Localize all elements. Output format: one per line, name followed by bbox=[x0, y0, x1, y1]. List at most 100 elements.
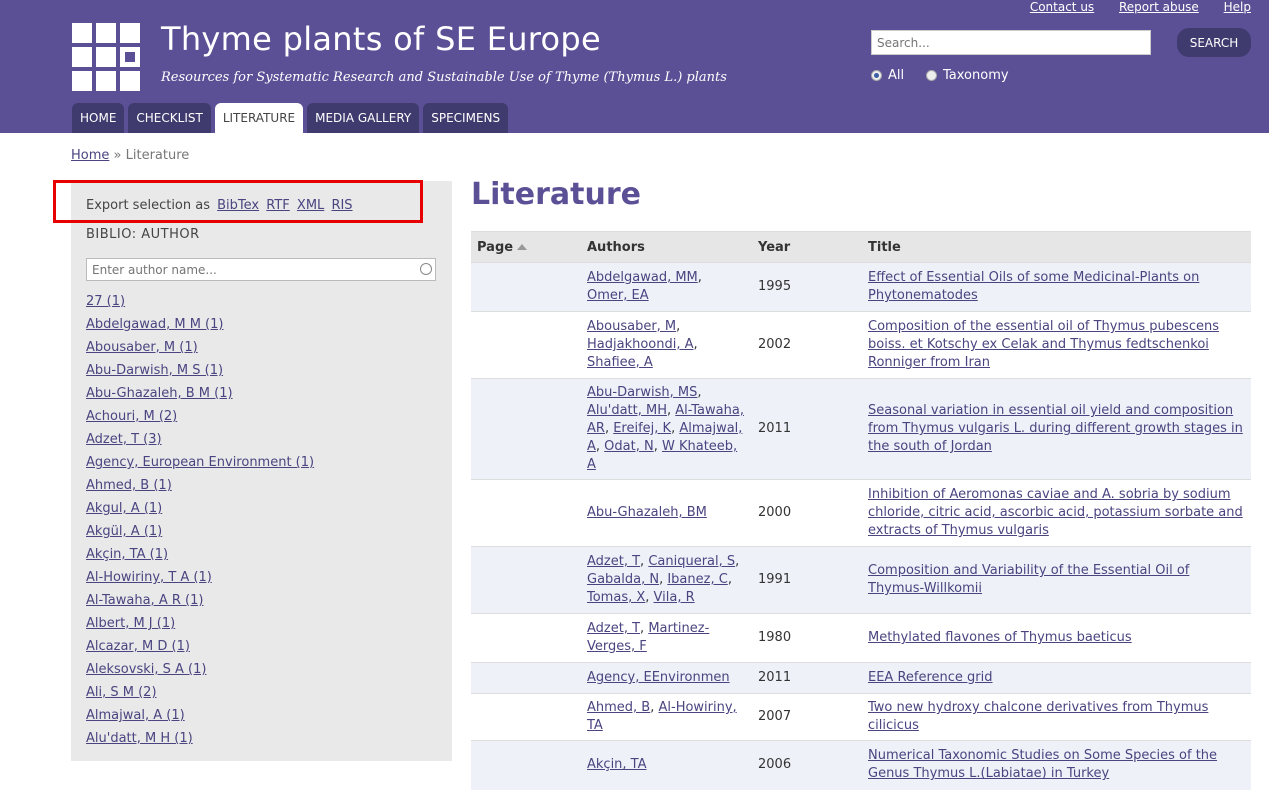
tab-media-gallery[interactable]: MEDIA GALLERY bbox=[307, 103, 420, 133]
tab-specimens[interactable]: SPECIMENS bbox=[423, 103, 509, 133]
site-slogan: Resources for Systematic Research and Su… bbox=[161, 70, 727, 85]
list-item: Aleksovski, S A (1) bbox=[86, 662, 314, 685]
author-facet-link[interactable]: Almajwal, A (1) bbox=[86, 708, 185, 723]
help-link[interactable]: Help bbox=[1224, 0, 1251, 14]
author-facet-link[interactable]: Al-Howiriny, T A (1) bbox=[86, 570, 212, 585]
publication-title-link[interactable]: Two new hydroxy chalcone derivatives fro… bbox=[868, 700, 1208, 733]
author-facet-link[interactable]: Akçin, TA (1) bbox=[86, 547, 168, 562]
list-item: Albert, M J (1) bbox=[86, 616, 314, 639]
author-filter-input[interactable] bbox=[86, 258, 436, 281]
author-facet-link[interactable]: Abu-Darwish, M S (1) bbox=[86, 363, 223, 378]
author-link[interactable]: Akçin, TA bbox=[587, 757, 647, 772]
page-title: Literature bbox=[471, 177, 641, 212]
cell-title: Inhibition of Aeromonas caviae and A. so… bbox=[862, 479, 1251, 547]
tab-checklist[interactable]: CHECKLIST bbox=[128, 103, 211, 133]
list-item: Almajwal, A (1) bbox=[86, 708, 314, 731]
author-link[interactable]: Ereifej, K bbox=[613, 421, 671, 436]
author-link[interactable]: Agency, EEnvironmen bbox=[587, 670, 730, 685]
table-row: Ahmed, B, Al-Howiriny, TA 2007 Two new hyd… bbox=[471, 693, 1251, 741]
list-item: Achouri, M (2) bbox=[86, 409, 314, 432]
tab-literature[interactable]: LITERATURE bbox=[214, 103, 304, 133]
author-link[interactable]: Adzet, T bbox=[587, 621, 640, 636]
author-facet-link[interactable]: Abu-Ghazaleh, B M (1) bbox=[86, 386, 233, 401]
column-header-authors[interactable]: Authors bbox=[581, 231, 752, 263]
author-link[interactable]: Abousaber, M bbox=[587, 319, 676, 334]
list-item: Abu-Darwish, M S (1) bbox=[86, 363, 314, 386]
cell-year: 2002 bbox=[752, 311, 862, 379]
author-facet-link[interactable]: Ali, S M (2) bbox=[86, 685, 157, 700]
publication-title-link[interactable]: Composition of the essential oil of Thym… bbox=[868, 319, 1219, 370]
author-link[interactable]: Caniqueral, S bbox=[648, 554, 735, 569]
contact-us-link[interactable]: Contact us bbox=[1030, 0, 1094, 14]
site-logo-icon[interactable] bbox=[72, 23, 140, 91]
author-link[interactable]: Abdelgawad, MM bbox=[587, 270, 698, 285]
author-facet-link[interactable]: Akgul, A (1) bbox=[86, 501, 162, 516]
author-link[interactable]: Abu-Ghazaleh, BM bbox=[587, 505, 707, 520]
search-scope-taxonomy-radio[interactable]: Taxonomy bbox=[926, 68, 1009, 83]
publication-title-link[interactable]: Methylated flavones of Thymus baeticus bbox=[868, 630, 1132, 645]
list-item: Adzet, T (3) bbox=[86, 432, 314, 455]
tab-home[interactable]: HOME bbox=[72, 103, 125, 133]
author-link[interactable]: Vila, R bbox=[654, 590, 695, 605]
breadcrumb-separator: » bbox=[113, 148, 122, 163]
publication-title-link[interactable]: Seasonal variation in essential oil yiel… bbox=[868, 403, 1243, 454]
publication-title-link[interactable]: Effect of Essential Oils of some Medicin… bbox=[868, 270, 1199, 303]
search-input[interactable] bbox=[871, 30, 1151, 55]
author-link[interactable]: Tomas, X bbox=[587, 590, 645, 605]
author-link[interactable]: Adzet, T bbox=[587, 554, 640, 569]
column-header-page[interactable]: Page bbox=[471, 231, 581, 263]
author-link[interactable]: Alu'datt, MH bbox=[587, 403, 667, 418]
author-facet-link[interactable]: Aleksovski, S A (1) bbox=[86, 662, 206, 677]
author-facet-link[interactable]: Albert, M J (1) bbox=[86, 616, 175, 631]
author-facet-link[interactable]: Ahmed, B (1) bbox=[86, 478, 172, 493]
author-facet-link[interactable]: Agency, European Environment (1) bbox=[86, 455, 314, 470]
author-facet-link[interactable]: Alcazar, M D (1) bbox=[86, 639, 190, 654]
column-header-title[interactable]: Title bbox=[862, 231, 1251, 263]
list-item: Ahmed, B (1) bbox=[86, 478, 314, 501]
search-scope-all-radio[interactable]: All bbox=[871, 68, 904, 83]
table-row: Adzet, T, Caniqueral, S, Gabalda, N, Iba… bbox=[471, 546, 1251, 614]
publication-title-link[interactable]: EEA Reference grid bbox=[868, 670, 993, 685]
table-header-row: Page Authors Year Title bbox=[471, 231, 1251, 263]
author-facet-link[interactable]: Alu'datt, M H (1) bbox=[86, 731, 193, 746]
table-row: Abousaber, M, Hadjakhoondi, A, Shafiee, … bbox=[471, 311, 1251, 379]
cell-authors: Akçin, TA bbox=[581, 740, 752, 790]
author-link[interactable]: Gabalda, N bbox=[587, 572, 659, 587]
author-facet-link[interactable]: Abousaber, M (1) bbox=[86, 340, 198, 355]
site-header: Contact us Report abuse Help Thyme plant… bbox=[0, 0, 1269, 133]
cell-authors: Adzet, T, Caniqueral, S, Gabalda, N, Iba… bbox=[581, 546, 752, 614]
cell-page bbox=[471, 662, 581, 694]
cell-year: 1980 bbox=[752, 613, 862, 663]
column-header-year[interactable]: Year bbox=[752, 231, 862, 263]
author-facet-link[interactable]: 27 (1) bbox=[86, 294, 125, 309]
report-abuse-link[interactable]: Report abuse bbox=[1119, 0, 1199, 14]
publication-title-link[interactable]: Inhibition of Aeromonas caviae and A. so… bbox=[868, 487, 1243, 538]
cell-authors: Abousaber, M, Hadjakhoondi, A, Shafiee, … bbox=[581, 311, 752, 379]
cell-authors: Ahmed, B, Al-Howiriny, TA bbox=[581, 693, 752, 741]
author-facet-link[interactable]: Al-Tawaha, A R (1) bbox=[86, 593, 203, 608]
publication-title-link[interactable]: Composition and Variability of the Essen… bbox=[868, 563, 1189, 596]
publication-title-link[interactable]: Numerical Taxonomic Studies on Some Spec… bbox=[868, 748, 1217, 781]
author-link[interactable]: Shafiee, A bbox=[587, 355, 653, 370]
breadcrumb-home-link[interactable]: Home bbox=[71, 148, 109, 163]
radio-all-label: All bbox=[888, 68, 905, 83]
author-link[interactable]: Ibanez, C bbox=[667, 572, 727, 587]
cell-title: Composition and Variability of the Essen… bbox=[862, 546, 1251, 614]
author-facet-link[interactable]: Adzet, T (3) bbox=[86, 432, 162, 447]
author-facet-link[interactable]: Abdelgawad, M M (1) bbox=[86, 317, 223, 332]
author-facet-link[interactable]: Achouri, M (2) bbox=[86, 409, 177, 424]
author-link[interactable]: Ahmed, B bbox=[587, 700, 650, 715]
author-link[interactable]: Abu-Darwish, MS bbox=[587, 385, 697, 400]
author-link[interactable]: Omer, EA bbox=[587, 288, 649, 303]
cell-title: Composition of the essential oil of Thym… bbox=[862, 311, 1251, 379]
cell-title: Seasonal variation in essential oil yiel… bbox=[862, 378, 1251, 480]
author-link[interactable]: Hadjakhoondi, A bbox=[587, 337, 694, 352]
cell-year: 2007 bbox=[752, 693, 862, 741]
literature-table: Page Authors Year Title Abdelgawad, MM, … bbox=[471, 231, 1251, 790]
cell-year: 2011 bbox=[752, 378, 862, 480]
author-facet-link[interactable]: Akgül, A (1) bbox=[86, 524, 162, 539]
search-button[interactable]: SEARCH bbox=[1177, 28, 1251, 57]
author-link[interactable]: Odat, N bbox=[604, 439, 654, 454]
site-title[interactable]: Thyme plants of SE Europe bbox=[161, 20, 601, 58]
literature-table-body: Abdelgawad, MM, Omer, EA 1995 Effect of Es… bbox=[471, 262, 1251, 790]
